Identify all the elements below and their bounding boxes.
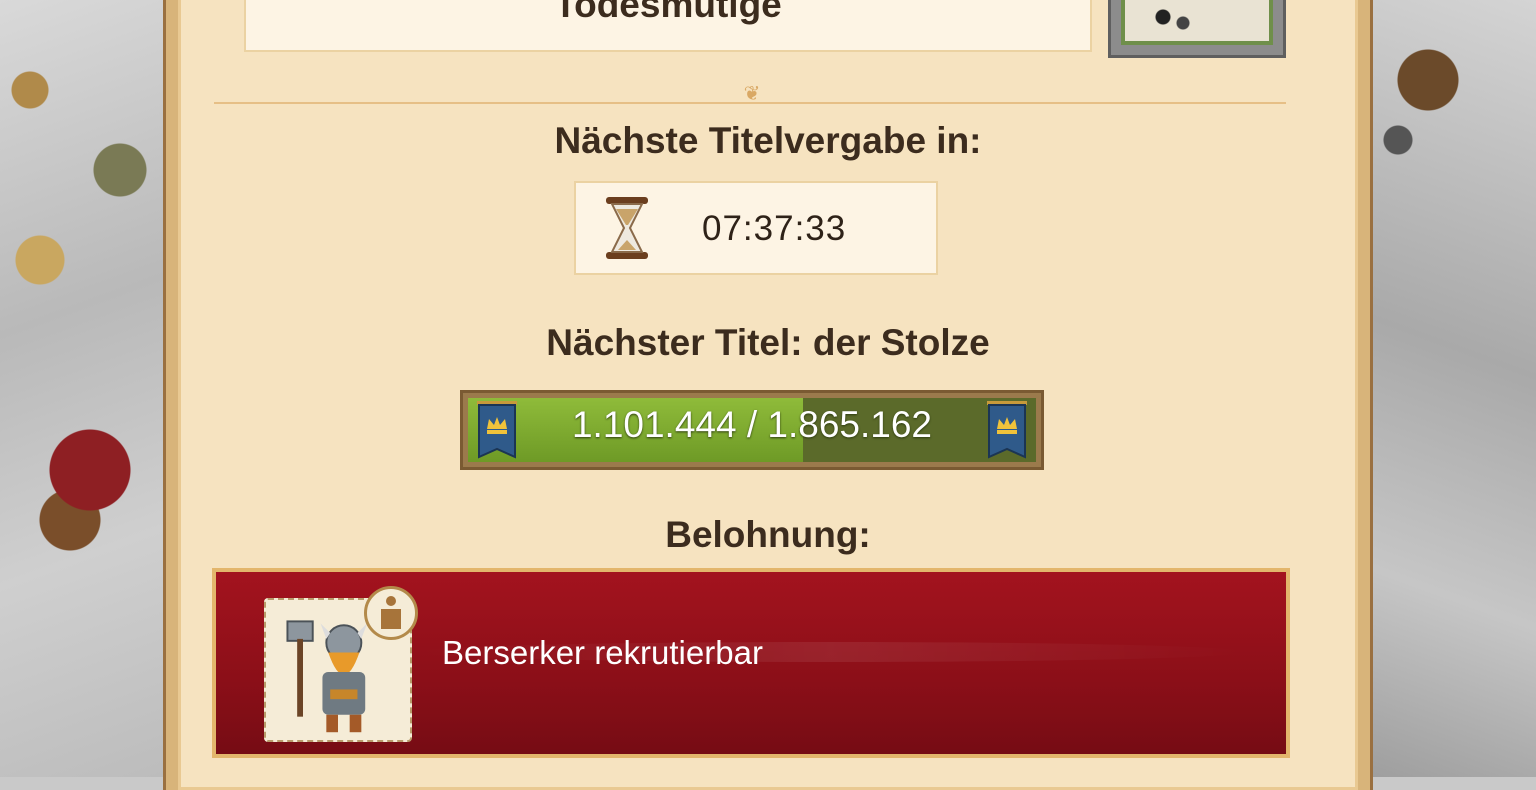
countdown-box: 07:37:33: [574, 181, 938, 275]
countdown-text: 07:37:33: [702, 209, 847, 248]
next-title-heading: Nächster Titel: der Stolze: [546, 322, 990, 363]
title-progress-bar: 1.101.444 / 1.865.162: [460, 390, 1044, 470]
current-title-text: Todesmutige: [554, 0, 782, 25]
village-background-left: [0, 0, 170, 777]
next-award-heading: Nächste Titelvergabe in:: [554, 120, 982, 161]
title-emblem-image: [1121, 0, 1273, 45]
reward-text: Berserker rekrutierbar: [442, 634, 763, 671]
hourglass-icon: [606, 197, 648, 259]
info-icon: [381, 596, 401, 629]
reward-heading: Belohnung:: [665, 514, 871, 555]
reward-banner: Berserker rekrutierbar: [212, 568, 1290, 758]
progress-text: 1.101.444 / 1.865.162: [571, 404, 933, 445]
divider-ornament-icon: ❦: [743, 83, 761, 105]
village-background-right: [1368, 0, 1536, 777]
current-title-box: Todesmutige: [244, 0, 1092, 52]
title-emblem-button[interactable]: [1108, 0, 1286, 58]
info-button[interactable]: [364, 586, 418, 640]
